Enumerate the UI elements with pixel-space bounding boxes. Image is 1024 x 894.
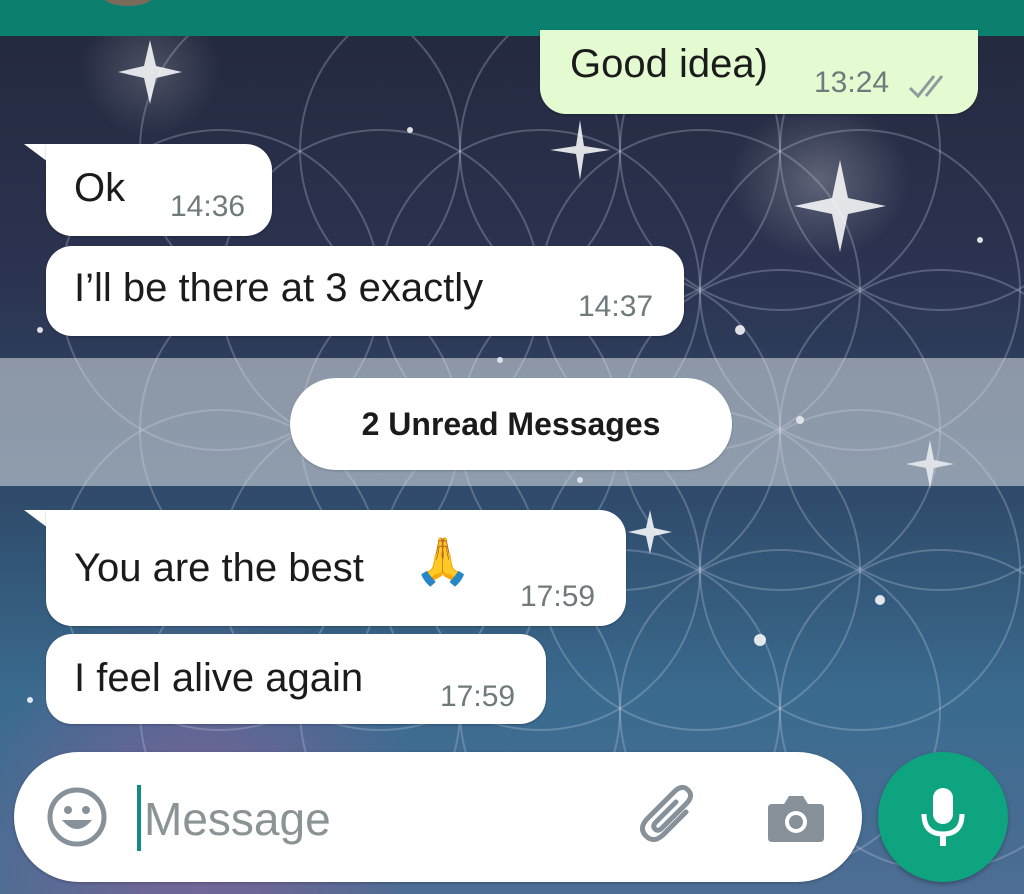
message-text: Good idea) [570, 42, 768, 86]
message-bubble-incoming[interactable]: Ok 14:36 [46, 144, 272, 236]
message-text: I feel alive again [74, 656, 364, 700]
unread-messages-badge: 2 Unread Messages [290, 378, 732, 470]
mic-icon [921, 788, 965, 846]
message-bubble-incoming[interactable]: I feel alive again 17:59 [46, 634, 546, 724]
message-bubble-outgoing[interactable]: Good idea) 13:24 [540, 30, 978, 114]
message-text: I’ll be there at 3 exactly [74, 266, 484, 310]
message-bubble-incoming[interactable]: You are the best 🙏 17:59 [46, 510, 626, 626]
message-time: 13:24 [814, 66, 890, 99]
message-input[interactable]: Message [144, 792, 331, 846]
message-composer[interactable]: Message [14, 752, 862, 882]
message-time: 17:59 [520, 580, 596, 613]
voice-record-button[interactable] [878, 752, 1008, 882]
text-caret [137, 785, 141, 851]
message-text: You are the best [74, 546, 364, 590]
attach-icon[interactable] [636, 784, 702, 850]
contact-avatar[interactable] [100, 0, 156, 6]
message-text: Ok [74, 166, 126, 210]
message-time: 14:36 [170, 190, 246, 223]
message-time: 14:37 [578, 290, 654, 323]
camera-icon[interactable] [766, 790, 826, 846]
message-bubble-incoming[interactable]: I’ll be there at 3 exactly 14:37 [46, 246, 684, 336]
read-receipt-icon [908, 75, 944, 99]
praying-hands-emoji: 🙏 [414, 535, 472, 587]
message-time: 17:59 [440, 680, 516, 713]
bubble-tail [24, 144, 48, 162]
emoji-icon[interactable] [46, 786, 108, 848]
bubble-tail [24, 510, 48, 528]
